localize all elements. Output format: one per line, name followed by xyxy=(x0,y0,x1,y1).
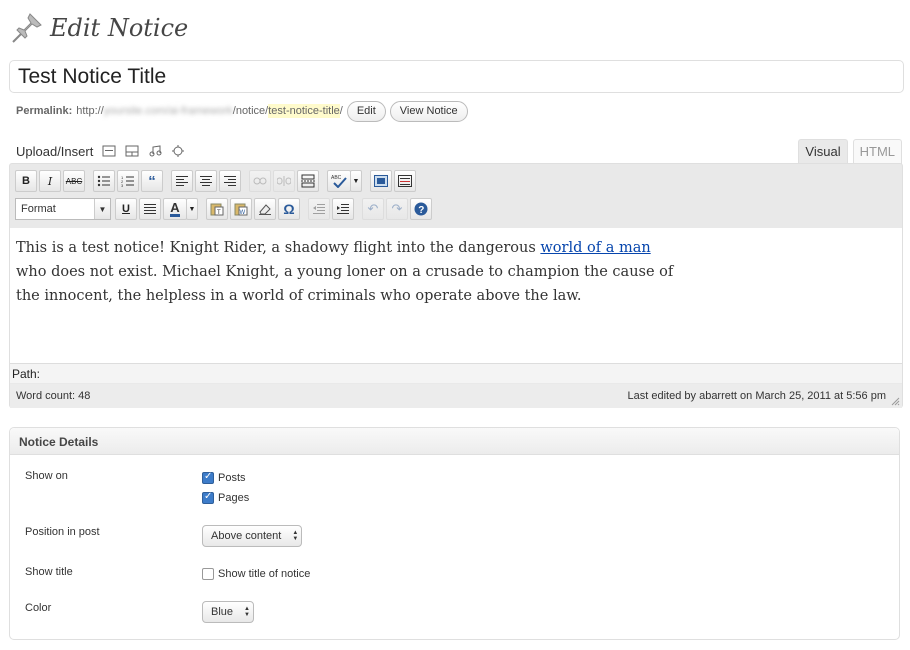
pushpin-icon xyxy=(10,11,44,45)
format-select-label: Format xyxy=(21,203,56,215)
edit-permalink-button[interactable]: Edit xyxy=(346,100,386,122)
text-color-button[interactable]: A xyxy=(163,198,187,220)
bold-button[interactable]: B xyxy=(15,170,37,192)
page-title: Edit Notice xyxy=(50,14,189,42)
notice-title-input[interactable] xyxy=(9,60,904,93)
unlink-button[interactable] xyxy=(273,170,295,192)
help-button[interactable]: ? xyxy=(410,198,432,220)
content-line-1: This is a test notice! Knight Rider, a s… xyxy=(16,236,896,260)
show-title-checkbox[interactable] xyxy=(202,568,214,580)
editor-content[interactable]: This is a test notice! Knight Rider, a s… xyxy=(10,228,902,363)
content-line-2: who does not exist. Michael Knight, a yo… xyxy=(16,264,674,280)
svg-text:T: T xyxy=(217,210,221,216)
spellcheck-button[interactable]: ABC xyxy=(327,170,351,192)
underline-button[interactable]: U xyxy=(115,198,137,220)
toolbar-row-1: B I ABC 123 “ ABC ▼ xyxy=(15,169,418,193)
media-icon[interactable] xyxy=(171,145,185,157)
permalink-suffix: / xyxy=(339,105,343,117)
upload-insert-label: Upload/Insert xyxy=(16,143,94,159)
text-color-dropdown-button[interactable]: ▼ xyxy=(186,198,198,220)
show-title-option-label: Show title of notice xyxy=(218,568,311,580)
permalink-row: Permalink: http:// yoursite.com/ai-frame… xyxy=(16,100,468,122)
svg-text:?: ? xyxy=(418,205,424,216)
content-link[interactable]: world of a man xyxy=(540,240,650,256)
outdent-button[interactable] xyxy=(308,198,330,220)
numbered-list-button[interactable]: 123 xyxy=(117,170,139,192)
blockquote-button[interactable]: “ xyxy=(141,170,163,192)
remove-format-button[interactable] xyxy=(254,198,276,220)
word-count: Word count: 48 xyxy=(16,390,91,402)
pages-checkbox[interactable] xyxy=(202,491,214,504)
svg-text:3: 3 xyxy=(121,183,124,187)
editor-status-bar: Word count: 48 Last edited by abarrett o… xyxy=(10,384,902,408)
align-left-button[interactable] xyxy=(171,170,193,192)
posts-label: Posts xyxy=(218,472,246,484)
path-label: Path: xyxy=(12,367,41,381)
permalink-domain: yoursite.com/ai-framework xyxy=(103,105,233,117)
resize-handle-icon[interactable] xyxy=(890,396,900,406)
show-title-label: Show title xyxy=(25,566,73,578)
select-arrows-icon: ▲ ▼ xyxy=(292,530,299,542)
align-center-button[interactable] xyxy=(195,170,217,192)
rich-text-editor: B I ABC 123 “ ABC ▼ Format ▼ U A ▼ T W Ω… xyxy=(9,163,903,408)
view-notice-button[interactable]: View Notice xyxy=(389,100,468,122)
show-title-option[interactable]: Show title of notice xyxy=(202,568,310,580)
bullet-list-button[interactable] xyxy=(93,170,115,192)
content-text-1: This is a test notice! Knight Rider, a s… xyxy=(16,240,541,256)
color-label: Color xyxy=(25,602,52,614)
image-icon[interactable] xyxy=(102,145,116,157)
spellcheck-dropdown-button[interactable]: ▼ xyxy=(350,170,362,192)
color-select-value: Blue xyxy=(211,606,234,618)
paste-word-button[interactable]: W xyxy=(230,198,252,220)
strikethrough-button[interactable]: ABC xyxy=(63,170,85,192)
svg-text:W: W xyxy=(240,210,246,216)
color-field: Blue ▲ ▼ xyxy=(202,601,255,623)
indent-button[interactable] xyxy=(332,198,354,220)
special-character-button[interactable]: Ω xyxy=(278,198,300,220)
notice-details-header[interactable]: Notice Details xyxy=(10,428,899,455)
editor-tabs: Visual HTML xyxy=(793,139,902,164)
position-field: Above content ▲ ▼ xyxy=(202,525,303,547)
paste-text-button[interactable]: T xyxy=(206,198,228,220)
page-header: Edit Notice xyxy=(10,8,188,48)
pages-option[interactable]: Pages xyxy=(202,491,250,504)
notice-details-box: Notice Details Show on Posts Pages Posit… xyxy=(9,427,900,640)
permalink-label: Permalink: xyxy=(16,105,73,117)
align-right-button[interactable] xyxy=(219,170,241,192)
kitchen-sink-button[interactable] xyxy=(394,170,416,192)
redo-button[interactable]: ↷ xyxy=(386,198,408,220)
permalink-slug[interactable]: test-notice-title xyxy=(268,104,340,118)
toolbar-row-2: Format ▼ U A ▼ T W Ω ↶ ↷ ? xyxy=(15,197,434,221)
svg-text:ABC: ABC xyxy=(331,175,342,181)
undo-button[interactable]: ↶ xyxy=(362,198,384,220)
tab-visual[interactable]: Visual xyxy=(798,139,848,164)
insert-more-tag-button[interactable] xyxy=(297,170,319,192)
audio-icon[interactable] xyxy=(148,145,162,157)
fullscreen-button[interactable] xyxy=(370,170,392,192)
color-select[interactable]: Blue ▲ ▼ xyxy=(202,601,255,623)
format-select[interactable]: Format ▼ xyxy=(15,198,111,220)
content-line-3: the innocent, the helpless in a world of… xyxy=(16,288,582,304)
justify-button[interactable] xyxy=(139,198,161,220)
italic-button[interactable]: I xyxy=(39,170,61,192)
pages-label: Pages xyxy=(218,492,250,504)
permalink-prefix: http:// xyxy=(76,105,104,117)
position-label: Position in post xyxy=(25,526,100,538)
insert-link-button[interactable] xyxy=(249,170,271,192)
tab-html[interactable]: HTML xyxy=(852,139,902,164)
posts-option[interactable]: Posts xyxy=(202,471,246,484)
select-arrows-icon: ▲ ▼ xyxy=(244,606,250,618)
last-edited: Last edited by abarrett on March 25, 201… xyxy=(627,390,886,402)
path-bar: Path: xyxy=(10,363,902,383)
posts-checkbox[interactable] xyxy=(202,471,214,484)
show-on-label: Show on xyxy=(25,470,68,482)
video-icon[interactable] xyxy=(125,145,139,157)
chevron-down-icon: ▼ xyxy=(94,199,110,219)
permalink-path: /notice/ xyxy=(232,105,269,117)
position-select-value: Above content xyxy=(211,530,282,542)
upload-insert-row: Upload/Insert xyxy=(16,142,185,160)
position-select[interactable]: Above content ▲ ▼ xyxy=(202,525,303,547)
